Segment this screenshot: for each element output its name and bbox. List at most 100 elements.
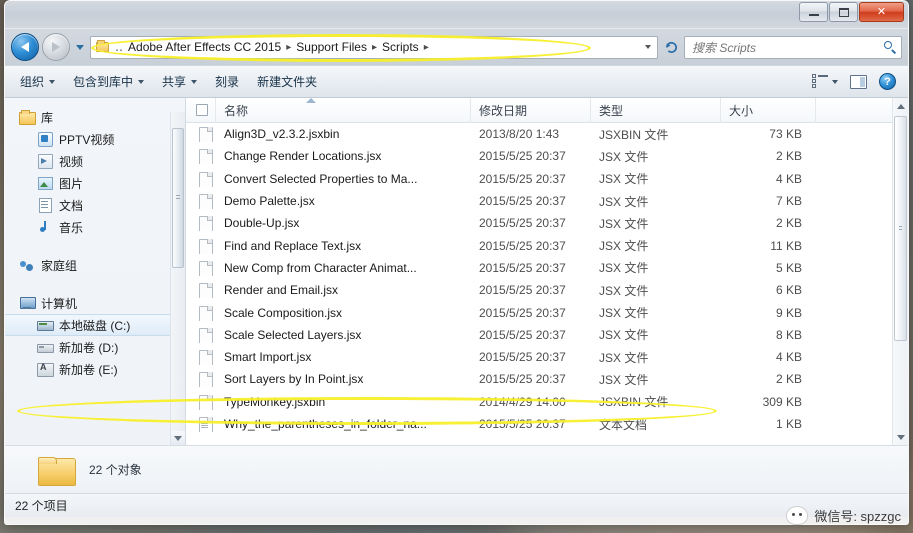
file-name[interactable]: Convert Selected Properties to Ma... (216, 172, 471, 186)
sidebar-item-label: 视频 (59, 154, 84, 169)
sidebar-item-documents[interactable]: 文档 (5, 194, 185, 216)
table-row[interactable]: New Comp from Character Animat... 2015/5/… (186, 257, 908, 279)
table-row[interactable]: Convert Selected Properties to Ma... 2015… (186, 168, 908, 190)
file-type: JSXBIN 文件 (599, 395, 669, 410)
sidebar-item-local-disk-c[interactable]: 本地磁盘 (C:) (5, 314, 185, 336)
file-list-scrollbar-thumb[interactable] (894, 116, 907, 341)
table-row[interactable]: TypeMonkey.jsxbin 2014/4/29 14:00 JSXBIN 文… (186, 391, 908, 413)
column-header-size[interactable]: 大小 (721, 97, 816, 123)
toolbar-item-burn[interactable]: 刻录 (206, 69, 248, 94)
navigation-scrollbar-thumb[interactable] (172, 128, 184, 268)
file-type: JSX 文件 (599, 216, 649, 231)
sidebar-item-music[interactable]: 音乐 (5, 216, 185, 238)
file-name[interactable]: New Comp from Character Animat... (216, 261, 471, 275)
scroll-down-button[interactable] (893, 429, 908, 445)
file-size: 5 KB (775, 260, 802, 275)
file-type-icon-cell (186, 215, 216, 232)
file-name[interactable]: Render and Email.jsx (216, 283, 471, 297)
recent-locations-button[interactable] (73, 37, 87, 57)
table-row[interactable]: Demo Palette.jsx 2015/5/25 20:37 JSX 文件 7 K… (186, 190, 908, 212)
table-row[interactable]: Double-Up.jsx 2015/5/25 20:37 JSX 文件 2 KB (186, 212, 908, 234)
toolbar-label: 新建文件夹 (257, 75, 318, 89)
breadcrumb-separator-1[interactable]: ▸ (370, 42, 379, 53)
breadcrumb-overflow[interactable]: ‥ (113, 40, 125, 54)
sidebar-item-homegroup[interactable]: 家庭组 (5, 254, 185, 276)
file-type-icon-cell (186, 171, 216, 187)
preview-pane-button[interactable] (844, 72, 873, 92)
table-row[interactable]: Align3D_v2.3.2.jsxbin 2013/8/20 1:43 JSXBI… (186, 123, 908, 145)
table-row[interactable]: Scale Selected Layers.jsx 2015/5/25 20:37… (186, 324, 908, 346)
file-type: JSX 文件 (599, 194, 649, 209)
toolbar-label: 包含到库中 (73, 75, 134, 89)
column-header-date[interactable]: 修改日期 (471, 97, 591, 123)
breadcrumb-segment-1[interactable]: Support Files (293, 40, 370, 54)
breadcrumb-dropdown-button[interactable] (641, 45, 655, 49)
file-name[interactable]: Scale Selected Layers.jsx (216, 328, 471, 342)
breadcrumb[interactable]: ‥ Adobe After Effects CC 2015 ▸ Support … (90, 35, 658, 59)
close-button[interactable]: ✕ (859, 2, 904, 22)
file-name[interactable]: Double-Up.jsx (216, 216, 471, 230)
file-name[interactable]: Change Render Locations.jsx (216, 149, 471, 163)
back-button[interactable] (11, 33, 39, 61)
select-all-header[interactable] (186, 97, 216, 123)
sidebar-item-label: 文档 (59, 198, 84, 213)
column-header-type[interactable]: 类型 (591, 97, 721, 123)
sidebar-item-pptv-video[interactable]: PPTV视频 (5, 128, 185, 150)
file-icon (199, 327, 213, 343)
search-box[interactable]: 搜索 Scripts (684, 35, 902, 59)
sidebar-item-volume-d[interactable]: 新加卷 (D:) (5, 336, 185, 358)
file-name[interactable]: Sort Layers by In Point.jsx (216, 372, 471, 386)
help-button[interactable]: ? (873, 70, 902, 93)
column-header-name[interactable]: 名称 (216, 97, 471, 123)
scroll-up-button[interactable] (893, 98, 908, 114)
file-name[interactable]: Demo Palette.jsx (216, 194, 471, 208)
toolbar-item-include-in-library[interactable]: 包含到库中 (64, 69, 153, 94)
homegroup-icon (19, 257, 35, 273)
file-name[interactable]: Find and Replace Text.jsx (216, 239, 471, 253)
navigation-scroll-down-button[interactable] (171, 431, 185, 445)
breadcrumb-segment-2[interactable]: Scripts (379, 40, 422, 54)
sort-ascending-icon (306, 98, 316, 103)
navigation-scrollbar[interactable] (170, 112, 185, 445)
toolbar-item-share[interactable]: 共享 (153, 69, 206, 94)
table-row[interactable]: Smart Import.jsx 2015/5/25 20:37 JSX 文件 4 K… (186, 346, 908, 368)
table-row[interactable]: Why_the_parentheses_in_folder_na... 2015/… (186, 413, 908, 435)
file-name[interactable]: TypeMonkey.jsxbin (216, 395, 471, 409)
breadcrumb-separator-2[interactable]: ▸ (422, 42, 431, 53)
toolbar-item-organize[interactable]: 组织 (11, 69, 64, 94)
arrow-left-icon (21, 42, 29, 52)
sidebar-item-videos[interactable]: 视频 (5, 150, 185, 172)
breadcrumb-separator-0[interactable]: ▸ (284, 42, 293, 53)
table-row[interactable]: Find and Replace Text.jsx 2015/5/25 20:37… (186, 234, 908, 256)
table-row[interactable]: Render and Email.jsx 2015/5/25 20:37 JSX 文… (186, 279, 908, 301)
change-view-button[interactable] (806, 72, 844, 91)
sidebar-item-computer[interactable]: 计算机 (5, 292, 185, 314)
file-name[interactable]: Scale Composition.jsx (216, 306, 471, 320)
file-name[interactable]: Align3D_v2.3.2.jsxbin (216, 127, 471, 141)
sidebar-item-volume-e[interactable]: 新加卷 (E:) (5, 358, 185, 380)
file-date: 2015/5/25 20:37 (479, 305, 566, 320)
breadcrumb-segment-0[interactable]: Adobe After Effects CC 2015 (125, 40, 284, 54)
sidebar-item-label: 家庭组 (41, 258, 78, 273)
maximize-button[interactable] (829, 2, 858, 22)
refresh-button[interactable] (661, 36, 681, 58)
sidebar-item-pictures[interactable]: 图片 (5, 172, 185, 194)
search-icon[interactable] (883, 40, 897, 54)
nav-group-homegroup: 家庭组 (5, 254, 185, 276)
forward-button[interactable] (42, 33, 70, 61)
table-row[interactable]: Sort Layers by In Point.jsx 2015/5/25 20:… (186, 368, 908, 390)
table-row[interactable]: Change Render Locations.jsx 2015/5/25 20:… (186, 145, 908, 167)
file-date: 2015/5/25 20:37 (479, 194, 566, 209)
table-row[interactable]: Scale Composition.jsx 2015/5/25 20:37 JSX … (186, 301, 908, 323)
file-name[interactable]: Smart Import.jsx (216, 350, 471, 364)
file-type: JSX 文件 (599, 350, 649, 365)
sidebar-item-label: 音乐 (59, 220, 84, 235)
search-input[interactable]: 搜索 Scripts (692, 39, 883, 56)
file-list-scrollbar[interactable] (892, 98, 908, 445)
toolbar-item-new-folder[interactable]: 新建文件夹 (248, 69, 326, 94)
sidebar-item-libraries[interactable]: 库 (5, 106, 185, 128)
file-name[interactable]: Why_the_parentheses_in_folder_na... (216, 417, 471, 431)
checkbox-icon[interactable] (196, 104, 208, 116)
minimize-button[interactable] (799, 2, 828, 22)
